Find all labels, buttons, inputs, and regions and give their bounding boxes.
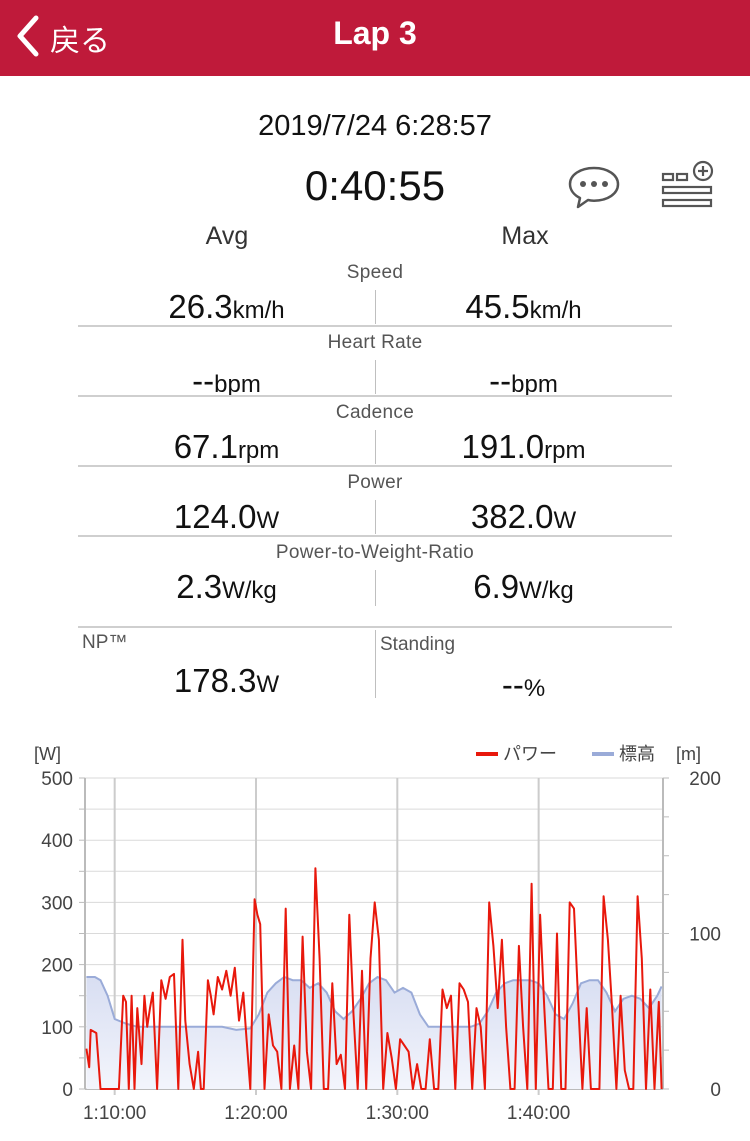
np-label: NP™ xyxy=(82,632,128,653)
max-value: 191.0rpm xyxy=(461,428,586,465)
legend-label-elevation: 標高 xyxy=(619,744,655,764)
standing-label: Standing xyxy=(380,634,456,655)
max-value: 45.5km/h xyxy=(465,288,582,325)
stat-row-heart-rate: Heart Rate --bpm --bpm xyxy=(78,332,672,400)
y-left-tick-label: 200 xyxy=(41,956,73,977)
y-left-tick-label: 400 xyxy=(41,831,73,852)
stat-row-power: Power 124.0W 382.0W xyxy=(78,472,672,540)
y-right-unit: [m] xyxy=(676,744,701,764)
elevation-area xyxy=(86,977,662,1089)
lap-duration: 0:40:55 xyxy=(304,162,446,209)
max-value: 382.0W xyxy=(470,498,577,535)
lap-date: 2019/7/24 6:28:57 xyxy=(258,110,492,142)
y-left-tick-label: 300 xyxy=(41,893,73,914)
navigation-bar: 戻る Lap 3 xyxy=(0,0,750,76)
stat-label: Cadence xyxy=(335,402,415,423)
np-value: 178.3W xyxy=(173,662,280,699)
comment-icon[interactable] xyxy=(566,164,622,210)
x-tick-label: 1:10:00 xyxy=(83,1103,146,1124)
avg-column-header: Avg xyxy=(205,222,249,250)
avg-value: 124.0W xyxy=(173,498,280,535)
y-right-tick-label: 0 xyxy=(710,1080,721,1101)
avg-value: 26.3km/h xyxy=(168,288,285,325)
x-tick-label: 1:20:00 xyxy=(224,1103,287,1124)
max-column-header: Max xyxy=(501,222,549,250)
y-left-tick-label: 500 xyxy=(41,769,73,790)
y-left-unit: [W] xyxy=(34,744,61,764)
y-right-tick-label: 100 xyxy=(689,925,721,946)
row-divider xyxy=(78,325,672,327)
stat-label: Power xyxy=(347,472,403,493)
stat-label: Heart Rate xyxy=(327,332,423,353)
list-add-icon[interactable] xyxy=(660,158,716,212)
row-divider xyxy=(78,535,672,537)
avg-value: 67.1rpm xyxy=(173,428,280,465)
y-left-tick-label: 0 xyxy=(62,1080,73,1101)
y-left-tick-label: 100 xyxy=(41,1018,73,1039)
stat-row-power-to-weight: Power-to-Weight-Ratio 2.3W/kg 6.9W/kg xyxy=(78,542,672,628)
stat-row-cadence: Cadence 67.1rpm 191.0rpm xyxy=(78,402,672,470)
x-tick-label: 1:40:00 xyxy=(507,1103,570,1124)
stat-label: Speed xyxy=(346,262,404,283)
power-elevation-chart[interactable]: 0 100 200 300 400 500 0 100 200 1:10:00 1:20:00 1:3… xyxy=(0,730,750,1141)
stat-label: Power-to-Weight-Ratio xyxy=(275,542,475,563)
row-divider xyxy=(78,465,672,467)
row-divider xyxy=(78,395,672,397)
avg-value: 2.3W/kg xyxy=(176,568,277,605)
standing-value: --% xyxy=(501,666,546,703)
stat-row-np-standing: NP™ Standing 178.3W --% xyxy=(78,628,672,703)
stat-row-speed: Speed 26.3km/h 45.5km/h xyxy=(78,262,672,330)
page-title: Lap 3 xyxy=(333,15,417,51)
max-value: 6.9W/kg xyxy=(473,568,574,605)
x-tick-label: 1:30:00 xyxy=(366,1103,429,1124)
y-right-tick-label: 200 xyxy=(689,769,721,790)
legend-label-power: パワー xyxy=(503,744,557,764)
